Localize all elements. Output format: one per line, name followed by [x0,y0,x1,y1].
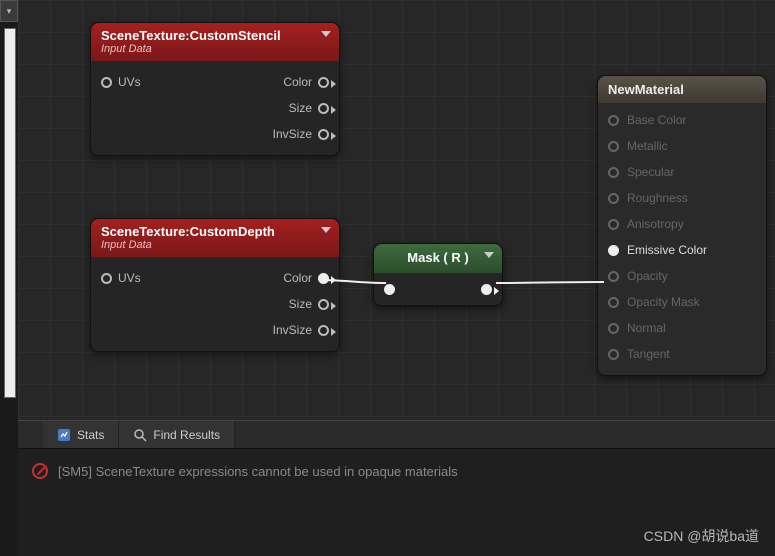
output-pin-color[interactable]: Color [283,75,329,89]
wire-mask-to-emissive [496,272,606,292]
pin-label: Normal [627,321,666,335]
pin-icon [318,299,329,310]
pin-icon [608,349,619,360]
node-scene-texture-depth[interactable]: SceneTexture:CustomDepth Input Data UVs … [90,218,340,352]
input-pin[interactable] [384,284,395,295]
error-message-row: [SM5] SceneTexture expressions cannot be… [18,449,775,493]
input-pin-uvs[interactable]: UVs [101,271,141,285]
node-body: UVs Color Size InvSize [91,257,339,351]
pin-label: Emissive Color [627,243,707,257]
chevron-down-icon[interactable] [321,227,331,233]
pin-icon [101,273,112,284]
pin-icon [608,323,619,334]
tab-find-results[interactable]: Find Results [119,421,235,448]
pin-label: Size [289,297,312,311]
pin-icon [608,193,619,204]
pin-label: Metallic [627,139,668,153]
output-pin-color[interactable]: Color [283,271,329,285]
node-header[interactable]: Mask ( R ) [374,244,502,273]
node-mask[interactable]: Mask ( R ) [373,243,503,306]
node-subtitle: Input Data [101,239,329,251]
output-pin[interactable] [481,284,492,295]
pin-icon [101,77,112,88]
chevron-down-icon[interactable] [321,31,331,37]
node-body: UVs Color Size InvSize [91,61,339,155]
output-pin-opacity-mask[interactable]: Opacity Mask [608,289,756,315]
output-pin-size[interactable]: Size [289,101,329,115]
output-pin-normal[interactable]: Normal [608,315,756,341]
node-title: SceneTexture:CustomDepth [101,224,329,239]
output-pin-emissive-color[interactable]: Emissive Color [608,237,756,263]
search-icon [133,428,147,442]
pin-icon [608,115,619,126]
pin-label: Color [283,75,312,89]
pin-label: Roughness [627,191,688,205]
output-pin-size[interactable]: Size [289,297,329,311]
node-title: NewMaterial [608,82,684,97]
node-title: SceneTexture:CustomStencil [101,28,329,43]
pin-label: Specular [627,165,674,179]
stats-icon [57,428,71,442]
error-text: [SM5] SceneTexture expressions cannot be… [58,464,458,479]
tab-label: Stats [77,428,104,442]
input-pin-uvs[interactable]: UVs [101,75,141,89]
pin-label: Size [289,101,312,115]
node-subtitle: Input Data [101,43,329,55]
output-pin-invsize[interactable]: InvSize [273,127,329,141]
error-icon [32,463,48,479]
node-material-output[interactable]: NewMaterial Base Color Metallic Specular Ro… [597,75,767,376]
pin-label: Base Color [627,113,686,127]
pin-label: Opacity [627,269,668,283]
output-pin-anisotropy[interactable]: Anisotropy [608,211,756,237]
pin-label: UVs [118,271,141,285]
tab-bar: Stats Find Results [18,421,775,449]
tab-stats[interactable]: Stats [43,421,119,448]
pin-label: Color [283,271,312,285]
node-header[interactable]: NewMaterial [598,76,766,103]
pin-icon [318,325,329,336]
pin-icon [608,141,619,152]
chevron-down-icon: ▾ [7,6,12,17]
pin-icon [318,273,329,284]
pin-label: Tangent [627,347,670,361]
node-header[interactable]: SceneTexture:CustomStencil Input Data [91,23,339,61]
pin-label: InvSize [273,323,312,337]
pin-icon [318,103,329,114]
pin-icon [608,271,619,282]
pin-label: InvSize [273,127,312,141]
node-header[interactable]: SceneTexture:CustomDepth Input Data [91,219,339,257]
tab-label: Find Results [153,428,220,442]
node-title: Mask ( R ) [407,250,468,265]
node-body: Base Color Metallic Specular Roughness Aniso… [598,103,766,375]
pin-icon [608,297,619,308]
chevron-down-icon[interactable] [484,252,494,258]
output-pin-roughness[interactable]: Roughness [608,185,756,211]
output-pin-base-color[interactable]: Base Color [608,107,756,133]
output-pin-metallic[interactable]: Metallic [608,133,756,159]
node-scene-texture-stencil[interactable]: SceneTexture:CustomStencil Input Data UV… [90,22,340,156]
pin-label: Anisotropy [627,217,684,231]
pin-label: Opacity Mask [627,295,700,309]
watermark: CSDN @胡说ba道 [644,526,759,546]
output-pin-tangent[interactable]: Tangent [608,341,756,367]
pin-icon [318,77,329,88]
pin-icon [608,245,619,256]
node-body [374,273,502,305]
pin-icon [608,167,619,178]
pin-icon [318,129,329,140]
material-graph[interactable]: SceneTexture:CustomStencil Input Data UV… [18,0,775,420]
side-ruler [4,28,16,398]
output-pin-opacity[interactable]: Opacity [608,263,756,289]
pin-icon [608,219,619,230]
output-pin-specular[interactable]: Specular [608,159,756,185]
output-pin-invsize[interactable]: InvSize [273,323,329,337]
toolbar-dropdown[interactable]: ▾ [0,0,18,22]
pin-label: UVs [118,75,141,89]
